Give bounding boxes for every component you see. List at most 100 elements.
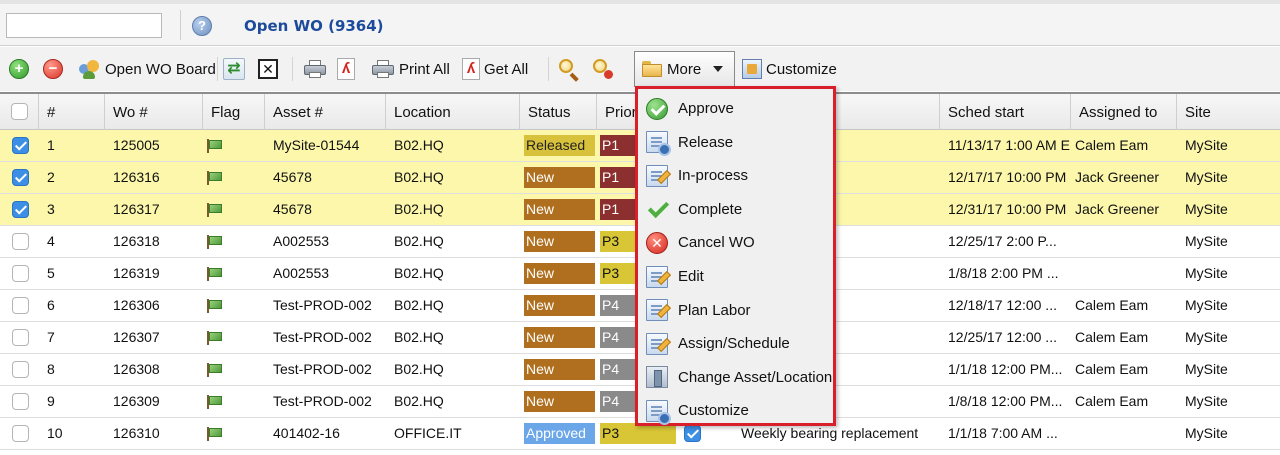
status-badge: New — [524, 391, 595, 412]
select-all-header — [0, 94, 39, 131]
row-number: 8 — [47, 361, 55, 377]
more-dropdown-menu: Approve Release In-process Complete ✕ Cancel … — [635, 86, 836, 426]
column-header-flag[interactable]: Flag — [203, 94, 265, 131]
get-all-button[interactable]: ʎ Get All — [462, 53, 528, 85]
menu-item-label: In-process — [678, 167, 749, 185]
print-button[interactable] — [303, 53, 327, 85]
flag-icon — [206, 363, 224, 377]
assign-schedule-icon — [646, 332, 668, 355]
flag-icon — [206, 267, 224, 281]
flag-icon — [206, 235, 224, 249]
asset-number: Test-PROD-002 — [273, 297, 372, 313]
column-header-wo[interactable]: Wo # — [105, 94, 203, 131]
row-flag-checkbox[interactable] — [684, 425, 701, 442]
remove-icon: − — [43, 59, 63, 79]
pdf-button[interactable]: ʎ — [337, 53, 355, 85]
site: MySite — [1185, 201, 1228, 217]
assigned-to: Jack Greener — [1075, 201, 1160, 217]
column-header-site[interactable]: Site — [1177, 94, 1280, 131]
wo-number[interactable]: 126310 — [105, 418, 203, 449]
asset-number: Test-PROD-002 — [273, 393, 372, 409]
row-checkbox[interactable] — [12, 297, 29, 314]
status-badge: New — [524, 327, 595, 348]
refresh-button[interactable]: ⇄ — [223, 53, 245, 85]
customize-button[interactable]: Customize — [742, 53, 837, 85]
wo-number[interactable]: 126307 — [105, 322, 203, 353]
menu-item-assign-schedule[interactable]: Assign/Schedule — [638, 327, 833, 360]
title-separator — [180, 10, 181, 40]
menu-item-customize[interactable]: Customize — [638, 394, 833, 427]
wo-number[interactable]: 126316 — [105, 162, 203, 193]
plan-labor-icon — [646, 299, 668, 322]
menu-item-label: Plan Labor — [678, 301, 751, 319]
asset-number: A002553 — [273, 233, 330, 249]
wo-number[interactable]: 126306 — [105, 290, 203, 321]
flag-icon — [206, 299, 224, 313]
zoom-clear-button[interactable] — [592, 53, 614, 85]
row-checkbox[interactable] — [12, 201, 29, 218]
menu-item-complete[interactable]: Complete — [638, 193, 833, 226]
menu-item-release[interactable]: Release — [638, 126, 833, 159]
row-checkbox[interactable] — [12, 137, 29, 154]
row-checkbox[interactable] — [12, 329, 29, 346]
flag-icon — [206, 171, 224, 185]
row-number: 5 — [47, 265, 55, 281]
flag-icon — [206, 203, 224, 217]
more-button[interactable]: More — [634, 51, 735, 87]
customize-label: Customize — [766, 60, 837, 78]
row-number: 1 — [47, 137, 55, 153]
row-checkbox[interactable] — [12, 361, 29, 378]
row-number: 3 — [47, 201, 55, 217]
priority-badge: P3 — [600, 231, 636, 252]
wo-number[interactable]: 126317 — [105, 194, 203, 225]
column-header-assigned-to[interactable]: Assigned to — [1071, 94, 1177, 131]
complete-icon — [646, 198, 668, 220]
column-header-num[interactable]: # — [39, 94, 105, 131]
menu-item-plan-labor[interactable]: Plan Labor — [638, 294, 833, 327]
row-checkbox[interactable] — [12, 233, 29, 250]
zoom-button[interactable] — [558, 53, 580, 85]
menu-item-label: Cancel WO — [678, 234, 755, 252]
remove-button[interactable]: − — [43, 53, 63, 85]
row-checkbox[interactable] — [12, 425, 29, 442]
more-label: More — [667, 60, 702, 78]
close-button[interactable]: ✕ — [258, 53, 278, 85]
wo-number[interactable]: 126308 — [105, 354, 203, 385]
row-number: 2 — [47, 169, 55, 185]
select-all-checkbox[interactable] — [11, 103, 28, 120]
column-header-sched-start[interactable]: Sched start — [940, 94, 1071, 131]
column-header-location[interactable]: Location — [386, 94, 520, 131]
priority-badge: P1 — [600, 135, 636, 156]
priority-badge: P4 — [600, 359, 636, 380]
wo-number[interactable]: 125005 — [105, 130, 203, 161]
in-process-icon — [646, 164, 668, 187]
menu-item-in-process[interactable]: In-process — [638, 159, 833, 192]
customize-icon — [742, 59, 762, 79]
location: B02.HQ — [394, 201, 444, 217]
menu-item-approve[interactable]: Approve — [638, 92, 833, 125]
row-checkbox[interactable] — [12, 169, 29, 186]
column-header-asset[interactable]: Asset # — [265, 94, 386, 131]
menu-item-edit[interactable]: Edit — [638, 260, 833, 293]
refresh-icon: ⇄ — [223, 58, 245, 80]
wo-number[interactable]: 126319 — [105, 258, 203, 289]
row-checkbox[interactable] — [12, 393, 29, 410]
column-header-status[interactable]: Status — [520, 94, 597, 131]
site: MySite — [1185, 393, 1228, 409]
site: MySite — [1185, 265, 1228, 281]
row-checkbox[interactable] — [12, 265, 29, 282]
wo-number[interactable]: 126318 — [105, 226, 203, 257]
print-all-button[interactable]: Print All — [371, 53, 450, 85]
menu-item-change-asset[interactable]: Change Asset/Location — [638, 361, 833, 394]
menu-item-cancel[interactable]: ✕ Cancel WO — [638, 226, 833, 259]
printer-icon — [303, 59, 327, 79]
customize-icon — [646, 399, 671, 425]
search-input[interactable] — [6, 13, 162, 38]
open-wo-board-button[interactable]: Open WO Board — [77, 53, 216, 85]
wo-number[interactable]: 126309 — [105, 386, 203, 417]
help-icon[interactable]: ? — [192, 16, 212, 36]
add-button[interactable]: + — [9, 53, 29, 85]
sched-start: 1/1/18 12:00 PM... — [948, 361, 1063, 377]
location: B02.HQ — [394, 297, 444, 313]
get-all-label: Get All — [484, 60, 529, 78]
